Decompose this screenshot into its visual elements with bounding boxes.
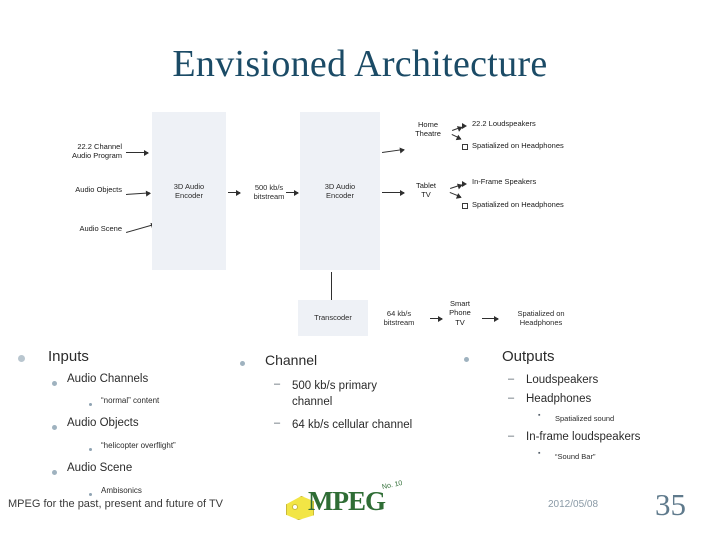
bullet-icon bbox=[240, 361, 245, 366]
inputs-item-0-label: Audio Channels bbox=[67, 373, 149, 385]
diagram-arrow-to-transcoder bbox=[328, 272, 335, 307]
dash-icon: – bbox=[508, 373, 515, 385]
diagram-input-2: Audio Scene bbox=[79, 224, 122, 233]
footer-date: 2012/05/08 bbox=[548, 499, 599, 510]
diagram-device-home-theatre: Home Theatre bbox=[415, 120, 441, 139]
bullet-icon bbox=[89, 448, 92, 451]
slide: Envisioned Architecture 22.2 Channel Audi… bbox=[0, 0, 720, 540]
diagram-arrow-in-2 bbox=[126, 223, 156, 233]
diagram-device-tablet-tv: Tablet TV bbox=[415, 181, 436, 200]
outputs-item-1-label: Headphones bbox=[526, 393, 592, 405]
diagram-arrow-in-1 bbox=[126, 192, 151, 195]
diagram-input-1: Audio Objects bbox=[75, 185, 122, 194]
dash-icon: – bbox=[274, 417, 281, 429]
diagram-arrow-enc-to-bitstream bbox=[228, 189, 241, 196]
diagram-arrow-ht-1 bbox=[451, 134, 462, 140]
page-title: Envisioned Architecture bbox=[172, 43, 548, 85]
diagram-arrow-to-tablet-tv bbox=[382, 189, 405, 196]
footer-text: MPEG for the past, present and future of… bbox=[8, 498, 224, 510]
inputs-item-1-label: Audio Objects bbox=[67, 417, 139, 429]
diagram-arrow-tb-1 bbox=[449, 192, 462, 198]
outputs-item-2-label: In-frame loudspeakers bbox=[526, 431, 641, 443]
diagram-output-3: Spatialized on Headphones bbox=[472, 200, 564, 209]
inputs-heading: Inputs bbox=[48, 348, 89, 365]
bullet-icon bbox=[89, 403, 92, 406]
channel-item-1: 64 kb/s cellular channel bbox=[292, 419, 413, 431]
diagram-arrow-in-0 bbox=[126, 149, 149, 156]
bullet-icon bbox=[52, 425, 57, 430]
dash-icon: – bbox=[508, 430, 515, 442]
diagram-input-0: 22.2 Channel Audio Program bbox=[71, 142, 122, 161]
diagram-arrow-ht-0 bbox=[452, 126, 462, 131]
diagram-block-transcoder: Transcoder bbox=[298, 300, 368, 336]
channel-item-0: 500 kb/s primary channel bbox=[292, 380, 378, 408]
bullet-icon bbox=[464, 357, 469, 362]
mpeg-logo: MPEG No. 10 bbox=[286, 479, 416, 526]
mpeg-logo-superscript: No. 10 bbox=[381, 479, 404, 492]
dash-icon: – bbox=[274, 378, 281, 390]
inputs-item-2-label: Audio Scene bbox=[67, 462, 133, 474]
mpeg-tag-hole-icon bbox=[292, 504, 298, 510]
diagram-output-0: 22.2 Loudspeakers bbox=[472, 119, 536, 128]
diagram-output-1: Spatialized on Headphones bbox=[472, 141, 564, 150]
outputs-item-0-label: Loudspeakers bbox=[526, 374, 599, 386]
outputs-item-1-sub-0: Spatialized sound bbox=[555, 414, 615, 423]
outputs-heading: Outputs bbox=[502, 348, 555, 365]
inputs-item-1-sub-0: “helicopter overflight” bbox=[101, 441, 176, 450]
bullet-icon bbox=[18, 355, 25, 362]
diagram-block-encoder-3d-audio: 3D Audio Encoder bbox=[152, 112, 226, 270]
channel-heading: Channel bbox=[265, 352, 318, 368]
diagram-bullet-square-1 bbox=[462, 203, 468, 209]
bullet-icon bbox=[52, 381, 57, 386]
diagram-output-4: Spatialized on Headphones bbox=[517, 308, 565, 327]
inputs-item-0-sub-0: “normal” content bbox=[101, 396, 160, 405]
architecture-diagram: 22.2 Channel Audio Program Audio Objects … bbox=[0, 108, 720, 343]
diagram-output-2: In-Frame Speakers bbox=[472, 177, 537, 186]
diagram-arrow-phone-to-out bbox=[482, 315, 499, 322]
diagram-block-encoder-3d-audio-2: 3D Audio Encoder bbox=[300, 112, 380, 270]
page-number: 35 bbox=[655, 487, 686, 522]
bullet-icon bbox=[52, 470, 57, 475]
inputs-item-2-sub-0: Ambisonics bbox=[101, 486, 142, 495]
diagram-arrow-tb-0 bbox=[450, 184, 462, 189]
bullet-icon: ▪ bbox=[538, 450, 541, 457]
mpeg-logo-text: MPEG bbox=[308, 486, 386, 516]
diagram-block-bitstream-64kbs: 64 kb/s bitstream bbox=[383, 308, 415, 327]
diagram-arrow-to-home-theatre bbox=[382, 148, 404, 153]
outputs-item-2-sub-0: “Sound Bar” bbox=[555, 452, 596, 461]
dash-icon: – bbox=[508, 392, 515, 404]
diagram-arrow-bitstream-to-enc2 bbox=[286, 189, 299, 196]
bullet-icon: ▪ bbox=[538, 412, 541, 419]
bullet-icon bbox=[89, 493, 92, 496]
diagram-device-smart-phone-tv: Smart Phone TV bbox=[449, 299, 471, 327]
diagram-bullet-square-0 bbox=[462, 144, 468, 150]
